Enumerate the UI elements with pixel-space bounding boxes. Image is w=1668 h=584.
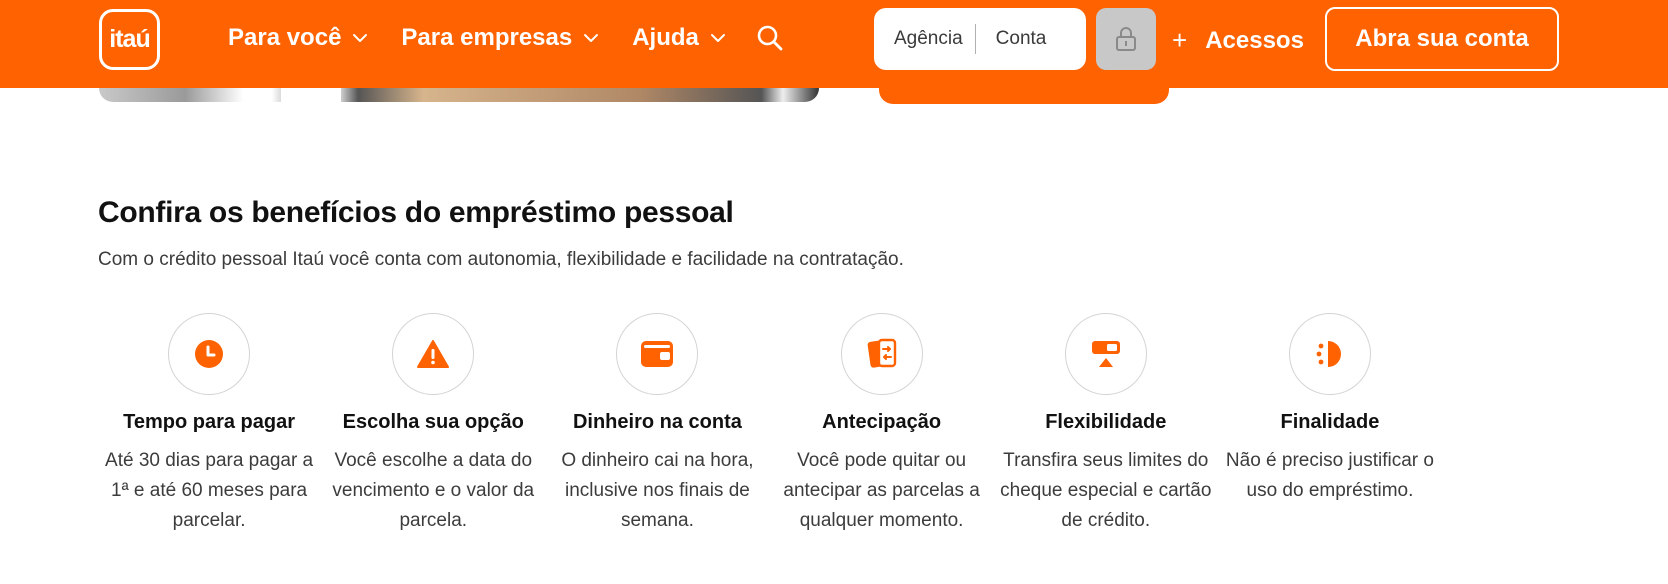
itau-logo[interactable]: itaú: [99, 9, 160, 70]
benefit-icon-circle: [1288, 313, 1371, 395]
lock-icon: [1116, 27, 1136, 51]
site-header: itaú Para você Para empresas Ajuda Agênc…: [0, 0, 1668, 88]
benefit-item: Tempo para pagar Até 30 dias para pagar …: [97, 313, 321, 543]
nav-para-voce[interactable]: Para você: [228, 24, 369, 52]
benefit-icon-circle: [616, 313, 699, 395]
benefit-title: Antecipação: [822, 411, 942, 433]
logo-text: itaú: [109, 25, 150, 53]
nav-ajuda-label: Ajuda: [632, 24, 699, 51]
wallet-icon: [641, 341, 674, 367]
benefit-item: Antecipação Você pode quitar ou antecipa…: [770, 313, 994, 543]
benefit-icon-circle: [168, 313, 251, 395]
login-submit-button[interactable]: [1096, 8, 1156, 70]
agencia-input[interactable]: Agência: [874, 8, 963, 70]
nav-ajuda[interactable]: Ajuda: [632, 24, 727, 52]
benefit-item: Finalidade Não é preciso justificar o us…: [1218, 313, 1442, 543]
abra-sua-conta-button[interactable]: Abra sua conta: [1325, 7, 1559, 71]
benefits-list: Tempo para pagar Até 30 dias para pagar …: [97, 313, 1442, 543]
toggle-icon: [1091, 341, 1120, 367]
benefit-text: Você pode quitar ou antecipar as parcela…: [783, 450, 980, 531]
benefit-item: Dinheiro na conta O dinheiro cai na hora…: [545, 313, 769, 543]
clock-icon: [195, 340, 224, 368]
nav-para-empresas-label: Para empresas: [401, 24, 573, 51]
acessos-button[interactable]: + Acessos: [1172, 25, 1304, 56]
chevron-down-icon: [353, 34, 368, 42]
benefit-text: O dinheiro cai na hora, inclusive nos fi…: [561, 450, 754, 531]
benefit-item: Escolha sua opção Você escolhe a data do…: [321, 313, 545, 543]
benefit-icon-circle: [392, 313, 475, 395]
chevron-down-icon: [710, 34, 725, 42]
nav-para-empresas[interactable]: Para empresas: [401, 24, 600, 52]
cards-exchange-icon: [867, 338, 896, 368]
benefit-title: Flexibilidade: [1045, 411, 1167, 433]
search-icon[interactable]: [755, 23, 785, 53]
benefit-title: Tempo para pagar: [123, 411, 296, 433]
section-subtitle: Com o crédito pessoal Itaú você conta co…: [98, 249, 904, 270]
nav-para-voce-label: Para você: [228, 24, 342, 51]
benefit-item: Flexibilidade Transfira seus limites do …: [994, 313, 1218, 543]
section-title: Confira os benefícios do empréstimo pess…: [98, 196, 734, 229]
benefit-text: Até 30 dias para pagar a 1ª e até 60 mes…: [105, 450, 314, 531]
benefit-text: Não é preciso justificar o uso do emprés…: [1225, 450, 1434, 501]
chevron-down-icon: [584, 34, 599, 42]
benefit-icon-circle: [1064, 313, 1147, 395]
main-nav: Para você Para empresas Ajuda: [228, 24, 727, 52]
acessos-label: Acessos: [1205, 26, 1304, 54]
login-form: Agência Conta: [874, 8, 1086, 70]
benefit-text: Você escolhe a data do vencimento e o va…: [332, 450, 535, 531]
benefit-title: Dinheiro na conta: [572, 411, 742, 433]
benefit-title: Escolha sua opção: [342, 411, 524, 433]
warning-icon: [417, 340, 450, 368]
banner-image-edge: [99, 88, 819, 102]
form-card-edge: [879, 88, 1169, 104]
conta-input[interactable]: Conta: [976, 8, 1047, 70]
plus-icon: +: [1172, 25, 1188, 55]
benefit-icon-circle: [840, 313, 923, 395]
benefit-text: Transfira seus limites do cheque especia…: [1000, 450, 1212, 531]
half-circle-icon: [1316, 341, 1341, 367]
benefit-title: Finalidade: [1280, 411, 1380, 433]
